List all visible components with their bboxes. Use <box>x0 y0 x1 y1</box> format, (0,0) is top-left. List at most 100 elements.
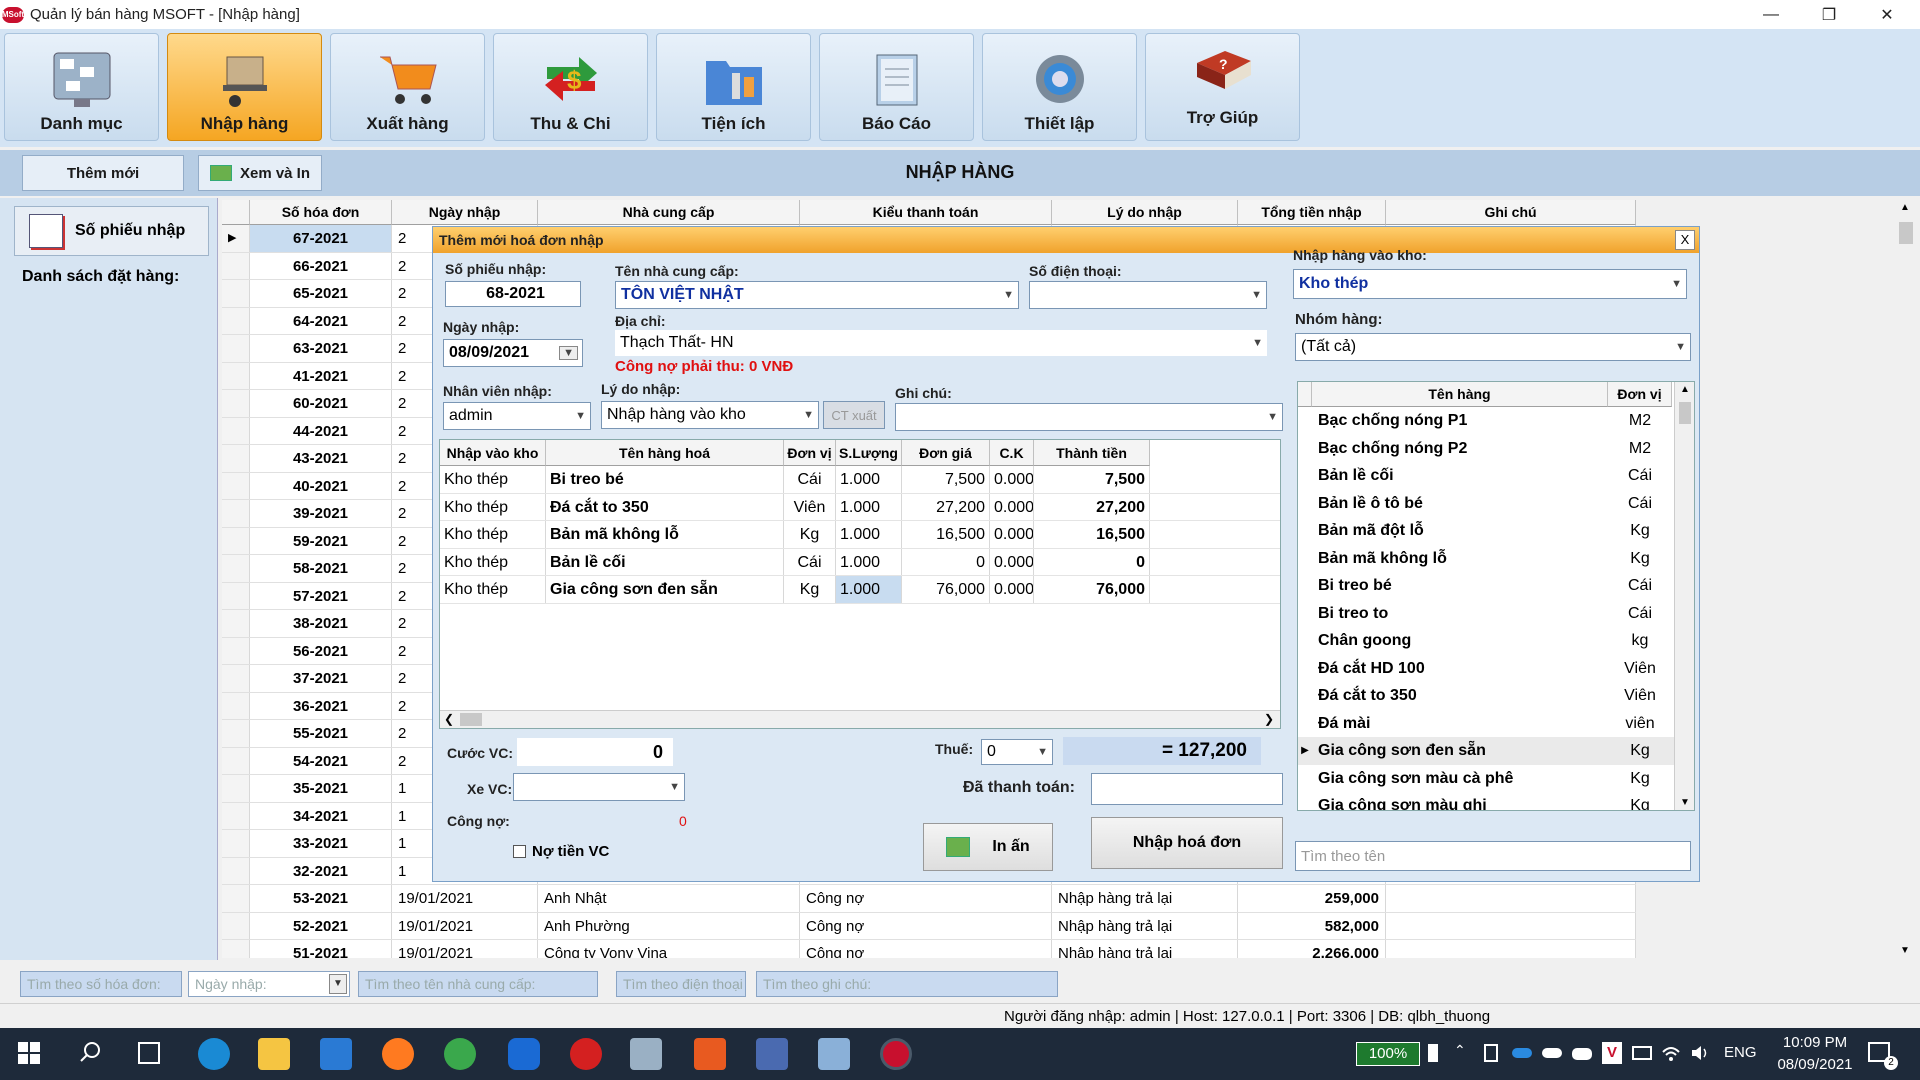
freight-field[interactable]: 0 <box>517 738 673 766</box>
list-item[interactable]: Chân goong kg <box>1298 627 1694 655</box>
owe-freight-checkbox[interactable]: Nợ tiền VC <box>513 843 609 860</box>
row-indicator[interactable] <box>222 637 250 664</box>
search-supplier-input[interactable]: Tìm theo tên nhà cung cấp: <box>358 971 598 997</box>
toolbar-help-button[interactable]: ? Trợ Giúp <box>1145 33 1300 141</box>
firefox-icon[interactable] <box>382 1038 414 1070</box>
list-item[interactable]: Bạc chống nóng P1 M2 <box>1298 407 1694 435</box>
clock-date[interactable]: 08/09/2021 <box>1770 1056 1860 1073</box>
col-supplier[interactable]: Nhà cung cấp <box>538 200 800 225</box>
task-view-icon[interactable] <box>138 1042 160 1064</box>
toolbar-catalog-button[interactable]: Danh mục <box>4 33 159 141</box>
list-item[interactable]: Đá cắt HD 100 Viên <box>1298 655 1694 683</box>
row-indicator[interactable] <box>222 802 250 829</box>
row-indicator[interactable] <box>222 362 250 389</box>
row-indicator[interactable] <box>222 500 250 527</box>
grid-vertical-scrollbar[interactable]: ▲ ▼ <box>1896 200 1916 958</box>
search-receipt-no-input[interactable]: Tìm theo số hóa đơn: <box>20 971 182 997</box>
toolbar-import-button[interactable]: Nhập hàng <box>167 33 322 141</box>
network-app-icon[interactable] <box>630 1038 662 1070</box>
wifi-icon[interactable] <box>1662 1044 1680 1062</box>
item-cell[interactable]: Kho thép <box>440 466 546 493</box>
toolbar-utilities-button[interactable]: Tiện ích <box>656 33 811 141</box>
list-item[interactable]: Bi treo bé Cái <box>1298 572 1694 600</box>
close-button[interactable]: ✕ <box>1858 0 1916 29</box>
item-cell[interactable]: 7,500 <box>902 466 990 493</box>
col-product-name[interactable]: Tên hàng <box>1312 382 1608 407</box>
list-item[interactable]: Đá cắt to 350 Viên <box>1298 682 1694 710</box>
restore-button[interactable]: ❐ <box>1800 0 1858 29</box>
row-indicator[interactable] <box>222 555 250 582</box>
item-cell[interactable]: Kho thép <box>440 521 546 548</box>
item-cell[interactable]: Kho thép <box>440 576 546 603</box>
scroll-thumb[interactable] <box>1679 402 1691 424</box>
item-cell[interactable]: 1.000 <box>836 466 902 493</box>
search-icon[interactable] <box>78 1040 102 1064</box>
tax-select[interactable]: 0 ▼ <box>981 739 1053 765</box>
search-date-input[interactable]: Ngày nhập: ▼ <box>188 971 350 997</box>
toolbar-report-button[interactable]: Báo Cáo <box>819 33 974 141</box>
invoice-items-grid[interactable]: Nhập vào kho Tên hàng hoá Đơn vị S.Lượng… <box>439 439 1281 729</box>
calendar-dropdown-icon[interactable]: ▼ <box>559 346 578 360</box>
address-select[interactable]: Thạch Thất- HN ▼ <box>615 330 1267 356</box>
col-product-unit[interactable]: Đơn vị <box>1608 382 1672 407</box>
scroll-thumb[interactable] <box>1899 222 1913 244</box>
add-new-button[interactable]: Thêm mới <box>22 155 184 191</box>
list-item[interactable]: Bản mã đột lỗ Kg <box>1298 517 1694 545</box>
col-item-name[interactable]: Tên hàng hoá <box>546 440 784 466</box>
col-price[interactable]: Đơn giá <box>902 440 990 466</box>
item-cell[interactable]: 0.000 <box>990 466 1034 493</box>
col-payment-type[interactable]: Kiểu thanh toán <box>800 200 1052 225</box>
reason-select[interactable]: Nhập hàng vào kho ▼ <box>601 401 819 429</box>
row-indicator[interactable] <box>222 445 250 472</box>
col-note[interactable]: Ghi chú <box>1386 200 1636 225</box>
file-explorer-icon[interactable] <box>258 1038 290 1070</box>
date-picker[interactable]: 08/09/2021 ▼ <box>443 339 583 367</box>
group-select[interactable]: (Tất cả) ▼ <box>1295 333 1691 361</box>
item-row[interactable]: Kho thép Bi treo bé Cái 1.000 7,500 0.000 7,50… <box>440 466 1280 494</box>
search-note-input[interactable]: Tìm theo ghi chú: <box>756 971 1058 997</box>
col-total[interactable]: Tổng tiền nhập <box>1238 200 1386 225</box>
list-item[interactable]: Bi treo to Cái <box>1298 600 1694 628</box>
onedrive-icon[interactable] <box>1512 1048 1532 1058</box>
clock-time[interactable]: 10:09 PM <box>1780 1034 1850 1051</box>
item-cell[interactable]: 16,500 <box>1034 521 1150 548</box>
row-indicator[interactable] <box>222 775 250 802</box>
submit-invoice-button[interactable]: Nhập hoá đơn <box>1091 817 1283 869</box>
row-indicator[interactable] <box>222 335 250 362</box>
item-cell[interactable]: 0.000 <box>990 548 1034 575</box>
col-warehouse[interactable]: Nhập vào kho <box>440 440 546 466</box>
row-indicator[interactable] <box>222 912 250 939</box>
list-item[interactable]: Bạc chống nóng P2 M2 <box>1298 435 1694 463</box>
row-indicator[interactable]: ▶ <box>222 225 250 252</box>
product-list-scrollbar[interactable]: ▲ ▼ <box>1674 382 1694 810</box>
table-row[interactable]: 53-2021 19/01/2021 Anh Nhật Công nợ Nhập hàn… <box>222 885 1636 913</box>
row-indicator[interactable] <box>222 720 250 747</box>
row-indicator[interactable] <box>222 307 250 334</box>
item-cell[interactable]: Bản mã không lỗ <box>546 521 784 548</box>
row-indicator[interactable] <box>222 610 250 637</box>
dx-app-icon[interactable] <box>570 1038 602 1070</box>
product-list[interactable]: Tên hàng Đơn vị Bạc chống nóng P1 M2 Bạc c… <box>1297 381 1695 811</box>
item-row[interactable]: Kho thép Đá cắt to 350 Viên 1.000 27,200 0.00… <box>440 493 1280 521</box>
item-cell[interactable]: 7,500 <box>1034 466 1150 493</box>
item-cell[interactable]: Cái <box>784 466 836 493</box>
view-print-button[interactable]: Xem và In <box>198 155 322 191</box>
list-item[interactable]: Đá mài viên <box>1298 710 1694 738</box>
list-item[interactable]: Bản mã không lỗ Kg <box>1298 545 1694 573</box>
warehouse-select[interactable]: Kho thép ▼ <box>1293 269 1687 299</box>
v-app-icon[interactable]: V <box>1602 1042 1622 1064</box>
item-cell[interactable]: Bản lề cối <box>546 548 784 575</box>
list-item[interactable]: Bản lề ô tô bé Cái <box>1298 490 1694 518</box>
list-item[interactable]: Gia công sơn màu cà phê Kg <box>1298 765 1694 793</box>
scroll-thumb[interactable] <box>460 713 482 726</box>
item-cell[interactable]: Gia công sơn đen sẵn <box>546 576 784 603</box>
row-indicator[interactable] <box>222 527 250 554</box>
col-qty[interactable]: S.Lượng <box>836 440 902 466</box>
col-date[interactable]: Ngày nhập <box>392 200 538 225</box>
item-cell[interactable]: 1.000 <box>836 521 902 548</box>
item-cell[interactable]: Kho thép <box>440 493 546 520</box>
item-cell[interactable]: 76,000 <box>902 576 990 603</box>
item-cell[interactable]: 27,200 <box>1034 493 1150 520</box>
note-select[interactable]: ▼ <box>895 403 1283 431</box>
toolbar-export-button[interactable]: Xuất hàng <box>330 33 485 141</box>
